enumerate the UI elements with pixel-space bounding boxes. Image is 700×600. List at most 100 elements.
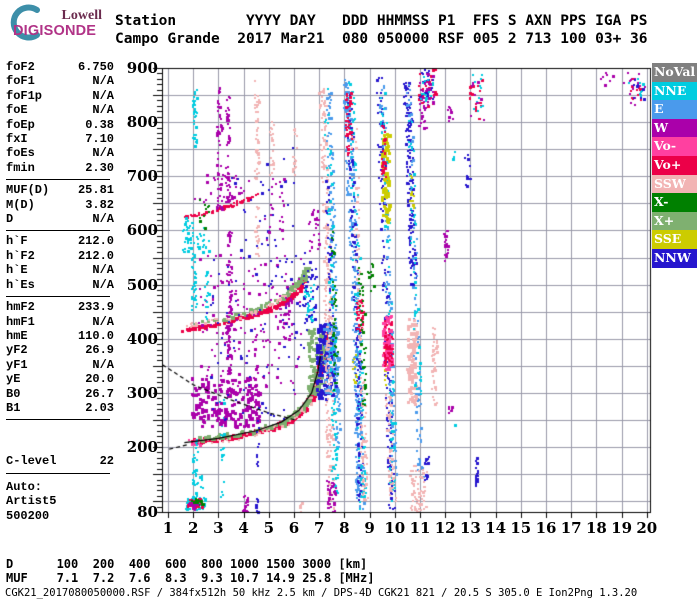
y-axis-tick-label: 400 bbox=[126, 329, 158, 348]
x-axis-tick-label: 19 bbox=[611, 519, 633, 537]
panel-divider bbox=[6, 230, 110, 232]
x-axis-tick-label: 14 bbox=[485, 519, 507, 537]
panel-divider bbox=[6, 472, 110, 474]
param-row: foF1p N/A bbox=[6, 89, 114, 103]
x-axis-tick-label: 16 bbox=[535, 519, 557, 537]
param-label: C-level bbox=[6, 454, 57, 469]
param-value: 0.38 bbox=[85, 117, 114, 132]
param-label: h`F bbox=[6, 234, 28, 249]
param-row: foF1 N/A bbox=[6, 74, 114, 88]
param-label: foF1p bbox=[6, 88, 43, 103]
panel-divider bbox=[6, 179, 110, 181]
x-axis-tick-label: 15 bbox=[510, 519, 532, 537]
logo-digisonde-text: DIGISONDE bbox=[13, 23, 97, 39]
param-value: N/A bbox=[92, 263, 114, 278]
x-axis-tick-label: 6 bbox=[288, 519, 300, 537]
distance-muf-table: D 100 200 400 600 800 1000 1500 3000 [km… bbox=[6, 557, 374, 585]
legend-item-ssw: SSW bbox=[652, 174, 697, 194]
muf-row: MUF 7.1 7.2 7.6 8.3 9.3 10.7 14.9 25.8 [… bbox=[6, 571, 375, 585]
param-label: yF2 bbox=[6, 343, 28, 358]
panel-divider bbox=[6, 419, 110, 421]
x-axis-tick-label: 4 bbox=[238, 519, 249, 537]
c-level-row: C-level 22 bbox=[6, 454, 114, 468]
y-axis-tick-label: 700 bbox=[126, 167, 158, 186]
param-row: foEp 0.38 bbox=[6, 118, 114, 132]
param-value: 7.10 bbox=[85, 132, 114, 147]
param-label: D bbox=[6, 212, 14, 227]
param-label: h`F2 bbox=[6, 248, 35, 263]
param-label: h`E bbox=[6, 263, 28, 278]
x-axis-tick-label: 9 bbox=[364, 519, 375, 537]
y-axis-tick-label: 800 bbox=[126, 113, 158, 132]
param-value: 212.0 bbox=[77, 248, 114, 263]
x-axis-tick-label: 2 bbox=[187, 519, 199, 537]
x-axis-tick-label: 20 bbox=[636, 519, 658, 537]
param-label: hmE bbox=[6, 328, 28, 343]
y-axis-tick-label: 300 bbox=[126, 383, 158, 402]
header-line-2: Campo Grande 2017 Mar21 080 050000 RSF 0… bbox=[115, 31, 648, 47]
x-axis-tick-label: 8 bbox=[339, 519, 350, 537]
param-row: fmin 2.30 bbox=[6, 161, 114, 175]
param-row: foEs N/A bbox=[6, 146, 114, 160]
legend-item-nnw: NNW bbox=[652, 248, 697, 268]
param-value: N/A bbox=[92, 277, 114, 292]
legend-item-nne: NNE bbox=[652, 81, 697, 101]
y-axis-tick-label: 200 bbox=[126, 438, 158, 457]
param-value: 20.0 bbox=[85, 372, 114, 387]
param-label: yE bbox=[6, 372, 21, 387]
param-label: foE bbox=[6, 103, 28, 118]
legend-item-sse: SSE bbox=[652, 230, 697, 249]
legend: NoVal NNE E W Vo- Vo+ SSW X- X+ SSE NNW bbox=[652, 63, 698, 268]
legend-item-w: W bbox=[652, 118, 697, 138]
param-row: hmF2 233.9 bbox=[6, 300, 114, 314]
param-value: N/A bbox=[92, 212, 114, 227]
x-axis-tick-label: 12 bbox=[434, 519, 456, 537]
param-row: MUF(D) 25.81 bbox=[6, 183, 114, 197]
legend-item-vo: Vo- bbox=[652, 137, 697, 156]
param-label: h`Es bbox=[6, 277, 35, 292]
legend-item-noval: NoVal bbox=[652, 63, 697, 82]
x-axis-tick-label: 11 bbox=[409, 519, 431, 537]
x-axis-tick-label: 1 bbox=[162, 519, 174, 537]
param-row: hmE 110.0 bbox=[6, 329, 114, 343]
param-label: fmin bbox=[6, 160, 35, 175]
param-value: N/A bbox=[92, 74, 114, 89]
param-value: N/A bbox=[92, 357, 114, 372]
param-value: N/A bbox=[92, 88, 114, 103]
param-value: 233.9 bbox=[77, 300, 114, 315]
param-label: foF2 bbox=[6, 60, 35, 74]
x-axis-tick-label: 3 bbox=[213, 519, 224, 537]
param-row: M(D) 3.82 bbox=[6, 198, 114, 212]
param-label: fxI bbox=[6, 132, 28, 147]
param-value: 2.30 bbox=[85, 160, 114, 175]
logo-lowell-text: Lowell bbox=[61, 8, 102, 23]
legend-item-e: E bbox=[652, 100, 697, 119]
param-row: h`Es N/A bbox=[6, 278, 114, 292]
param-row: fxI 7.10 bbox=[6, 132, 114, 146]
x-axis-tick-label: 13 bbox=[459, 519, 481, 537]
x-axis-tick-label: 10 bbox=[384, 519, 406, 537]
param-row: foE N/A bbox=[6, 103, 114, 117]
param-value: 2.03 bbox=[85, 400, 114, 415]
x-axis-tick-label: 5 bbox=[263, 519, 275, 537]
param-label: foEp bbox=[6, 117, 35, 132]
param-row: B1 2.03 bbox=[6, 401, 114, 415]
param-row: foF2 6.750 bbox=[6, 60, 114, 74]
header-line-1: Station YYYY DAY DDD HHMMSS P1 FFS S AXN… bbox=[115, 13, 648, 29]
param-label: foF1 bbox=[6, 74, 35, 89]
parameter-panel: foF2 6.750 foF1 N/A foF1p N/A foE N/A foEp 0.38 fx… bbox=[6, 60, 114, 523]
param-label: B0 bbox=[6, 386, 21, 401]
param-value: 110.0 bbox=[77, 328, 114, 343]
y-axis-tick-label: 600 bbox=[126, 221, 158, 240]
param-value: 26.7 bbox=[85, 386, 114, 401]
x-axis-tick-label: 7 bbox=[313, 519, 325, 537]
param-value: N/A bbox=[92, 146, 114, 161]
param-row: yF1 N/A bbox=[6, 358, 114, 372]
param-row: h`E N/A bbox=[6, 263, 114, 277]
station-header: Station YYYY DAY DDD HHMMSS P1 FFS S AXN… bbox=[115, 12, 648, 48]
param-row: hmF1 N/A bbox=[6, 315, 114, 329]
param-label: yF1 bbox=[6, 357, 28, 372]
legend-item-vo: Vo+ bbox=[652, 155, 697, 175]
legend-item-x: X- bbox=[652, 193, 697, 212]
auto-info-line: Auto: bbox=[6, 479, 43, 494]
